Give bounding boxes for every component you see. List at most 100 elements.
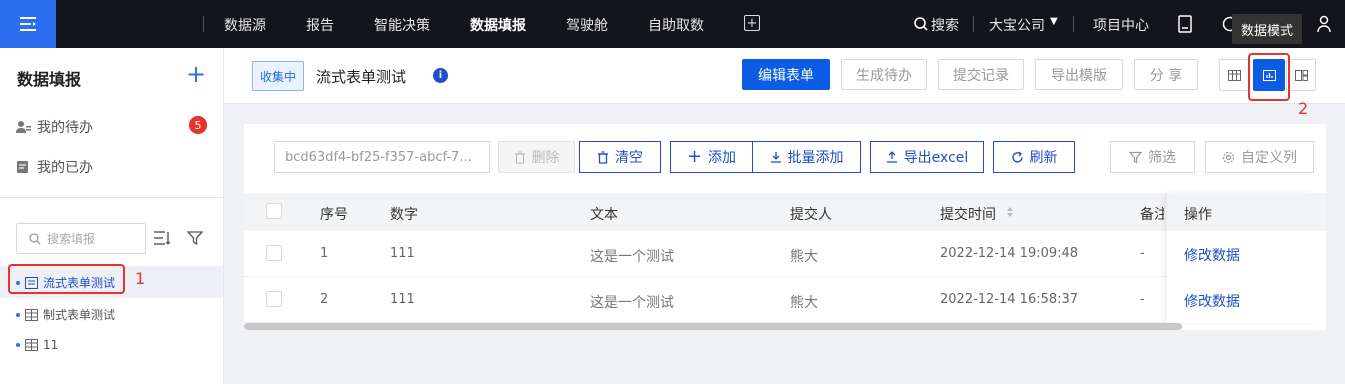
horizontal-scrollbar[interactable] [244,323,1182,330]
sort-icon[interactable] [153,230,171,246]
filter-icon[interactable] [187,230,203,246]
bullet-icon [16,312,20,317]
filter-icon [1129,151,1142,164]
select-all-checkbox[interactable] [266,203,282,219]
row-checkbox[interactable] [266,291,282,307]
refresh-button[interactable]: 刷新 [993,141,1075,173]
cell-number: 111 [390,246,415,261]
search-icon[interactable] [913,16,929,32]
user-icon[interactable] [1316,15,1332,33]
company-selector[interactable]: 大宝公司 [989,15,1045,35]
filter-button[interactable]: 筛选 [1110,141,1195,173]
nav-item-self-service[interactable]: 自助取数 [648,15,704,35]
search-input[interactable]: 搜索填报 [16,223,146,254]
cell-submit-time: 2022-12-14 16:58:37 [940,292,1079,307]
layout-icon [1294,69,1308,81]
annotation-label-1: 1 [135,269,146,288]
version-select-value: bcd63df4-bf25-f357-abcf-7... [285,149,472,165]
status-badge: 收集中 [252,61,304,91]
bullet-icon [16,343,20,347]
edit-data-link[interactable]: 修改数据 [1184,245,1240,265]
menu-icon [20,17,36,31]
sidebar-item-todo[interactable]: 我的待办 [16,117,93,137]
view-mode-table-button[interactable] [1219,59,1249,91]
tree-item-11[interactable]: 11 [16,338,58,352]
nav-item-data-fill[interactable]: 数据填报 [470,15,526,35]
cell-note: - [1140,246,1145,261]
batch-add-label: 批量添加 [787,150,844,166]
table-icon [1227,69,1241,81]
cell-submitter: 熊大 [790,249,818,265]
data-table-card: bcd63df4-bf25-f357-abcf-7... 删除 清空 + 添加 … [244,124,1326,330]
column-header-submit-time[interactable]: 提交时间 [940,204,996,224]
nav-item-cockpit[interactable]: 驾驶舱 [566,15,608,35]
document-icon[interactable] [1178,15,1192,33]
menu-toggle-button[interactable] [0,0,56,48]
annotation-box-2 [1248,53,1290,101]
version-select[interactable]: bcd63df4-bf25-f357-abcf-7... [274,141,490,173]
column-header-note: 备注 [1140,207,1164,223]
upload-icon [886,151,897,163]
column-header-text: 文本 [590,207,618,223]
gear-icon [1222,151,1235,163]
nav-divider [203,16,204,32]
export-excel-button[interactable]: 导出excel [870,141,984,173]
clear-button[interactable]: 清空 [579,141,661,173]
add-label: 添加 [708,150,737,166]
generate-todo-button[interactable]: 生成待办 [841,59,927,90]
chevron-down-icon [477,156,479,158]
search-placeholder: 搜索填报 [47,232,96,246]
column-header-seq: 序号 [320,207,348,223]
edit-form-button[interactable]: 编辑表单 [742,59,830,90]
nav-divider [973,16,974,32]
tooltip: 数据模式 [1232,14,1302,44]
download-icon [770,152,781,163]
batch-add-button[interactable]: 批量添加 [752,141,861,173]
divider [0,197,223,198]
add-button[interactable]: + 添加 [670,141,753,173]
sidebar-title: 数据填报 [17,70,82,89]
sort-icon[interactable] [1006,206,1014,218]
nav-item-smart-decision[interactable]: 智能决策 [374,15,430,35]
action-column: 操作 修改数据 修改数据 [1167,193,1319,323]
row-checkbox[interactable] [266,245,282,261]
clear-icon [598,150,608,164]
custom-columns-label: 自定义列 [1241,150,1297,166]
cell-note: - [1140,292,1145,307]
share-button[interactable]: 分 享 [1134,59,1198,90]
delete-button[interactable]: 删除 [498,141,575,173]
form-header: 收集中 流式表单测试 i 编辑表单 生成待办 提交记录 导出模版 分 享 [224,48,1345,104]
nav-item-report[interactable]: 报告 [306,15,334,35]
sidebar-item-label: 我的已办 [37,160,93,176]
cell-submitter: 熊大 [790,295,818,311]
add-icon[interactable]: + [186,60,206,88]
custom-columns-button[interactable]: 自定义列 [1205,141,1314,173]
trash-icon [514,150,525,164]
top-navigation-bar: 数据源 报告 智能决策 数据填报 驾驶舱 自助取数 + 搜索 大宝公司 ▼ 项目… [0,0,1345,48]
search-label[interactable]: 搜索 [931,15,959,35]
column-header-submitter: 提交人 [790,207,832,223]
user-todo-icon [16,121,31,133]
cell-seq: 2 [320,292,329,307]
cell-submit-time: 2022-12-14 19:09:48 [940,246,1079,261]
cell-text: 这是一个测试 [590,249,674,265]
tree-item-fixed-form[interactable]: 制式表单测试 [16,306,115,323]
chevron-down-icon[interactable]: ▼ [1050,16,1058,27]
column-header-number: 数字 [390,207,418,223]
export-template-button[interactable]: 导出模版 [1035,59,1123,90]
sidebar: 数据填报 + 我的待办 5 我的已办 搜索填报 流式表单测试 制式表单测试 11… [0,48,224,384]
submit-history-button[interactable]: 提交记录 [938,59,1024,90]
filter-label: 筛选 [1148,150,1176,166]
nav-divider [1073,16,1074,32]
tree-item-label: 11 [43,338,59,352]
project-center-link[interactable]: 项目中心 [1093,15,1149,35]
delete-label: 删除 [531,150,560,166]
info-icon[interactable]: i [433,68,448,83]
edit-data-link[interactable]: 修改数据 [1184,291,1240,311]
export-excel-label: 导出excel [903,150,969,166]
view-mode-card-button[interactable] [1286,59,1316,91]
nav-item-datasource[interactable]: 数据源 [224,15,266,35]
sidebar-item-done[interactable]: 我的已办 [16,157,93,177]
add-tab-icon[interactable]: + [744,15,760,31]
todo-count-badge: 5 [189,116,207,134]
